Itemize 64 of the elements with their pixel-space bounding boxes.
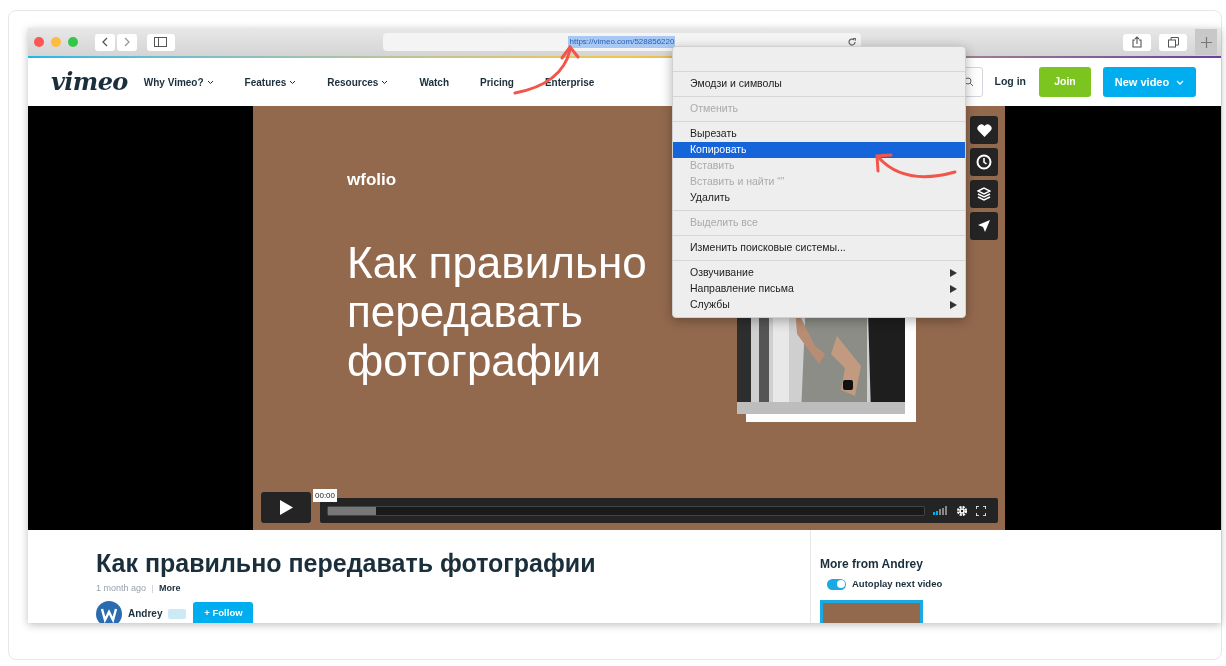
menu-item[interactable]: Вырезать (673, 126, 965, 142)
collections-button[interactable] (970, 180, 998, 208)
menu-item[interactable]: Озвучивание (673, 265, 965, 281)
sidebar-icon (154, 37, 168, 47)
url-text: https://vimeo.com/528856220 (568, 36, 676, 48)
chevron-down-icon (381, 79, 389, 85)
share-video-button[interactable] (970, 212, 998, 240)
autoplay-toggle[interactable] (827, 578, 846, 590)
send-icon (977, 219, 991, 233)
autoplay-label: Autoplay next video (852, 577, 943, 591)
upload-age: 1 month ago (96, 582, 147, 595)
chevron-down-icon (289, 79, 297, 85)
watch-later-button[interactable] (970, 148, 998, 176)
slide-title-line: фотографии (347, 336, 602, 385)
play-icon (279, 500, 293, 515)
search-icon (964, 77, 974, 87)
sidebar-button[interactable] (146, 33, 175, 51)
menu-item[interactable]: Удалить (673, 190, 965, 206)
sidebar-heading: More from Andrey (820, 557, 924, 572)
like-button[interactable] (970, 116, 998, 144)
vimeo-logo[interactable]: vimeo (51, 70, 128, 94)
menu-item[interactable]: Изменить поисковые системы... (673, 240, 965, 256)
chevron-down-icon (206, 79, 214, 85)
menu-item[interactable]: Службы (673, 297, 965, 313)
menu-item[interactable]: Направление письма (673, 281, 965, 297)
layers-icon (977, 187, 991, 201)
back-button[interactable] (94, 33, 115, 51)
slide-title-line: передавать (347, 287, 583, 336)
share-icon (1132, 36, 1143, 48)
address-bar[interactable]: https://vimeo.com/528856220 (382, 33, 862, 51)
reload-icon[interactable] (847, 37, 858, 47)
play-button[interactable] (261, 492, 311, 523)
menu-item[interactable]: Копировать (673, 142, 965, 158)
nav-link[interactable]: Enterprise (544, 74, 595, 90)
chevron-down-icon (1176, 79, 1185, 85)
video-thumbnail[interactable] (820, 600, 923, 623)
nav-link[interactable]: Resources (327, 74, 389, 90)
brand-label: wfolio (347, 170, 397, 190)
avatar-icon[interactable] (96, 600, 122, 623)
nav-link[interactable]: Pricing (480, 74, 514, 90)
nav-link[interactable]: Why Vimeo? (143, 74, 214, 90)
plan-badge (168, 608, 187, 619)
fullscreen-icon[interactable] (976, 505, 986, 516)
new-tab-button[interactable] (1195, 29, 1217, 55)
menu-item[interactable]: Эмодзи и символы (673, 76, 965, 92)
login-link[interactable]: Log in (994, 74, 1026, 90)
tabs-icon (1167, 36, 1179, 48)
slide-title-line: Как правильно (347, 238, 647, 287)
clock-icon (976, 154, 992, 170)
back-icon (101, 37, 108, 47)
progress-track[interactable] (327, 505, 925, 516)
nav-link[interactable]: Features (244, 74, 297, 90)
author-link[interactable]: Andrey (128, 606, 163, 621)
tabs-button[interactable] (1159, 33, 1188, 51)
nav-link[interactable]: Watch (419, 74, 450, 90)
video-title: Как правильно передавать фотографии (96, 548, 597, 578)
heart-icon (976, 123, 992, 137)
more-link[interactable]: More (159, 582, 181, 596)
volume-meter[interactable] (933, 506, 947, 515)
time-tooltip: 00:00 (313, 489, 338, 502)
forward-icon (123, 37, 130, 47)
share-button[interactable] (1123, 33, 1152, 51)
plus-icon (1200, 36, 1212, 48)
settings-icon[interactable] (956, 504, 968, 517)
